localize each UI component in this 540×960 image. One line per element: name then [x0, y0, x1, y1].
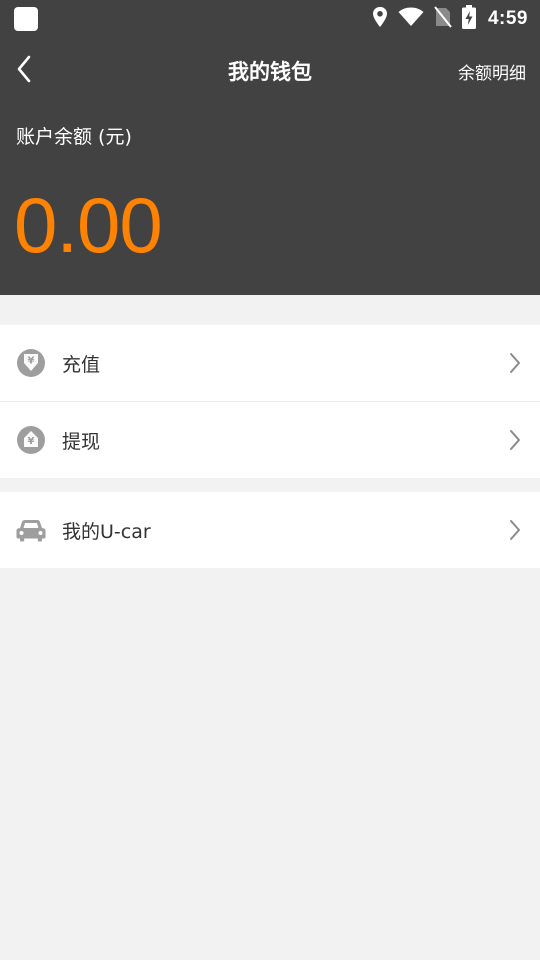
yen-arrow-up-icon: ¥ [16, 425, 46, 455]
recharge-row[interactable]: ¥ 充值 [0, 325, 540, 402]
car-icon [16, 515, 46, 545]
chevron-right-icon [508, 429, 522, 451]
svg-text:¥: ¥ [28, 356, 35, 367]
battery-charging-icon [461, 5, 476, 33]
wallet-header: 我的钱包 余额明细 账户余额 (元) 0.00 [0, 38, 540, 295]
balance-value: 0.00 [14, 181, 163, 269]
yen-arrow-down-icon: ¥ [16, 348, 46, 378]
balance-label: 账户余额 (元) [16, 126, 132, 148]
svg-text:¥: ¥ [28, 436, 35, 447]
wallet-actions-group: ¥ 充值 ¥ 提现 [0, 325, 540, 478]
my-ucar-row[interactable]: 我的U-car [0, 492, 540, 568]
status-bar: 4:59 [0, 0, 540, 38]
wifi-icon [398, 7, 424, 31]
chevron-right-icon [508, 519, 522, 541]
status-icons: 4:59 [372, 0, 528, 38]
my-ucar-group: 我的U-car [0, 492, 540, 568]
withdraw-row[interactable]: ¥ 提现 [0, 402, 540, 478]
status-time: 4:59 [487, 8, 528, 29]
recharge-label: 充值 [62, 353, 101, 376]
my-ucar-label: 我的U-car [62, 520, 151, 543]
app-notification-icon [14, 7, 38, 31]
no-sim-icon [434, 6, 452, 32]
chevron-right-icon [508, 352, 522, 374]
balance-details-link[interactable]: 余额明细 [458, 59, 526, 84]
withdraw-label: 提现 [62, 430, 101, 453]
location-icon [372, 6, 388, 32]
